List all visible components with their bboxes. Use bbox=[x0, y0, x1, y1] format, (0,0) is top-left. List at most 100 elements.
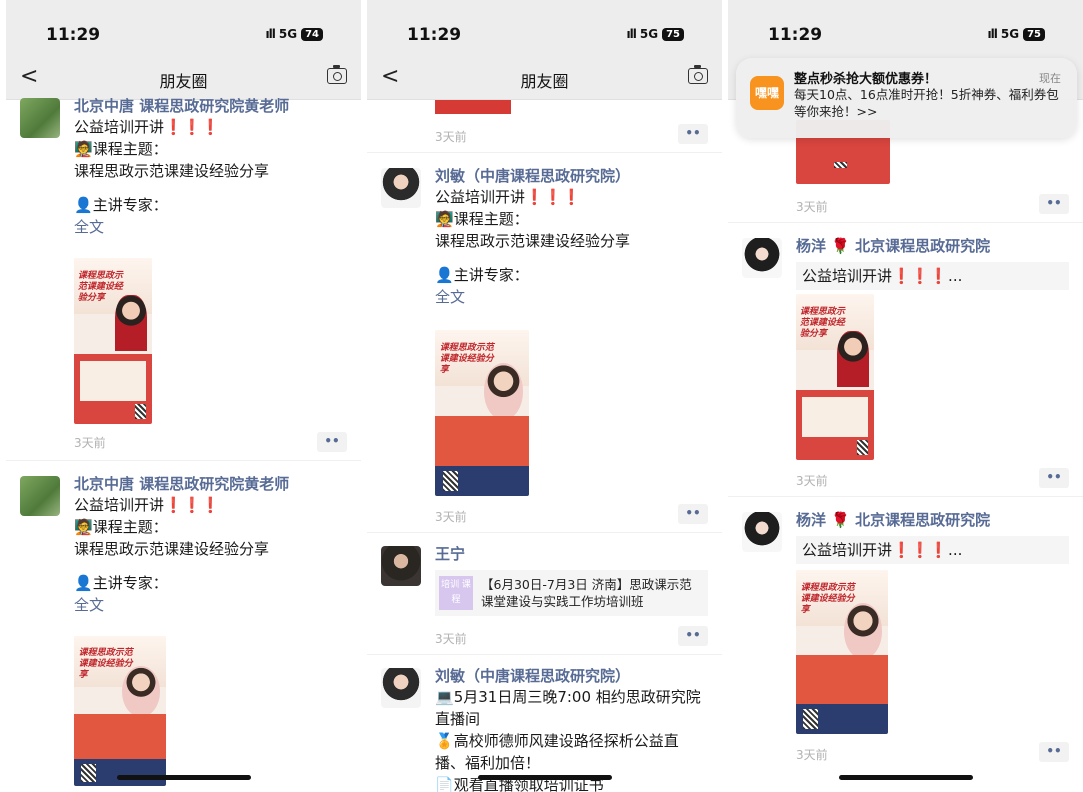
poster-name[interactable]: 王宁 bbox=[435, 544, 712, 564]
teacher-icon: 🧑‍🏫 bbox=[74, 518, 93, 536]
avatar[interactable] bbox=[742, 238, 782, 278]
more-actions-button[interactable]: •• bbox=[678, 626, 708, 646]
page-title: 朋友圈 bbox=[159, 72, 208, 91]
signal-bars-icon: ıll bbox=[987, 27, 998, 41]
status-time: 11:29 bbox=[768, 25, 823, 45]
notification-text: 每天10点、16点准时开抢！5折神券、福利券包等你来抢！>> bbox=[794, 87, 1059, 119]
post-text: 👤主讲专家： bbox=[435, 266, 529, 284]
person-icon: 👤 bbox=[435, 266, 454, 284]
push-notification[interactable]: 嘿嘿 整点秒杀抢大额优惠券！ 现在 每天10点、16点准时开抢！5折神券、福利券… bbox=[736, 58, 1077, 138]
person-icon: 👤 bbox=[74, 574, 93, 592]
post-text: 👤主讲专家： bbox=[74, 574, 168, 592]
qr-code-icon bbox=[856, 440, 868, 456]
status-bar: 11:29 ıll 5G 75 bbox=[728, 0, 1083, 56]
post-text: 课程思政示范课建设经验分享 bbox=[74, 540, 270, 558]
post-time: 3天前 bbox=[435, 632, 467, 646]
post-text: 课程思政示范课建设经验分享 bbox=[435, 232, 631, 250]
post-time: 3天前 bbox=[796, 748, 828, 762]
notification-title: 整点秒杀抢大额优惠券！ bbox=[794, 72, 938, 87]
poster-image[interactable]: 课程思政示范课建设经验分享 bbox=[796, 570, 888, 734]
full-text-link[interactable]: 全文 bbox=[74, 594, 351, 616]
status-bar: 11:29 ıll 5G 75 bbox=[367, 0, 722, 56]
post-text: 公益培训开讲❗❗❗ bbox=[74, 118, 221, 136]
more-actions-button[interactable]: •• bbox=[1039, 742, 1069, 762]
qr-code-icon bbox=[134, 404, 146, 420]
avatar[interactable] bbox=[381, 546, 421, 586]
poster-image[interactable]: 课程思政示范课建设经验分享 bbox=[74, 636, 166, 786]
avatar[interactable] bbox=[381, 668, 421, 708]
avatar[interactable] bbox=[381, 168, 421, 208]
post-text: 💻5月31日周三晚7:00 相约思政研究院直播间 bbox=[435, 688, 701, 728]
nav-bar: < 朋友圈 bbox=[367, 56, 722, 100]
teacher-icon: 🧑‍🏫 bbox=[74, 140, 93, 158]
qr-code-icon bbox=[442, 471, 458, 492]
signal-indicator: ıll 5G 75 bbox=[627, 27, 684, 41]
poster-name[interactable]: 北京中唐 课程思政研究院黄老师 bbox=[74, 474, 351, 494]
post-text: 🏅高校师德师风建设路径探析公益直播、福利加倍！ bbox=[435, 732, 679, 772]
document-icon: 📄 bbox=[435, 776, 454, 792]
app-icon: 嘿嘿 bbox=[750, 76, 784, 110]
phone-screen-3: 11:29 ıll 5G 75 3天前 •• 嘿嘿 整点秒杀抢大额优惠券！ 现在 每… bbox=[728, 0, 1083, 792]
status-time: 11:29 bbox=[407, 25, 462, 45]
post-text: 🧑‍🏫课程主题： bbox=[435, 210, 529, 228]
camera-icon[interactable] bbox=[327, 65, 347, 84]
signal-indicator: ıll 5G 75 bbox=[988, 27, 1045, 41]
phone-screen-2: 3天前 •• 11:29 ıll 5G 75 < 朋友圈 刘敏（中唐课程思政研究院）… bbox=[367, 0, 722, 792]
more-actions-button[interactable]: •• bbox=[678, 124, 708, 144]
more-actions-button[interactable]: •• bbox=[1039, 194, 1069, 214]
collapsed-text[interactable]: 公益培训开讲❗❗❗... bbox=[796, 262, 1069, 290]
more-actions-button[interactable]: •• bbox=[678, 504, 708, 524]
camera-icon[interactable] bbox=[688, 65, 708, 84]
post-text: 🧑‍🏫课程主题： bbox=[74, 518, 168, 536]
post-time: 3天前 bbox=[796, 474, 828, 488]
battery-icon: 75 bbox=[662, 27, 684, 41]
person-icon: 👤 bbox=[74, 196, 93, 214]
full-text-link[interactable]: 全文 bbox=[74, 216, 351, 238]
poster-name[interactable]: 刘敏（中唐课程思政研究院） bbox=[435, 166, 712, 186]
post-time: 3天前 bbox=[74, 436, 106, 450]
signal-bars-icon: ıll bbox=[265, 27, 276, 41]
rose-icon: 🌹 bbox=[831, 237, 850, 255]
course-icon: 培训 课程 bbox=[439, 576, 473, 610]
qr-code-icon bbox=[833, 162, 847, 168]
medal-icon: 🏅 bbox=[435, 732, 454, 750]
post-text: 课程思政示范课建设经验分享 bbox=[74, 162, 270, 180]
post-time: 3天前 bbox=[796, 200, 828, 214]
avatar[interactable] bbox=[20, 476, 60, 516]
post-time: 3天前 bbox=[435, 510, 467, 524]
avatar[interactable] bbox=[742, 512, 782, 552]
post-text: 公益培训开讲❗❗❗ bbox=[435, 188, 582, 206]
battery-icon: 74 bbox=[301, 27, 323, 41]
signal-indicator: ıll 5G 74 bbox=[266, 27, 323, 41]
post-text: 👤主讲专家： bbox=[74, 196, 168, 214]
link-card[interactable]: 培训 课程 【6月30日-7月3日 济南】思政课示范课堂建设与实践工作坊培训班 bbox=[435, 570, 708, 616]
poster-name[interactable]: 杨洋 🌹 北京课程思政研究院 bbox=[796, 236, 1069, 256]
poster-name[interactable]: 刘敏（中唐课程思政研究院） bbox=[435, 666, 708, 686]
notification-time: 现在 bbox=[1039, 72, 1061, 85]
post-text: 公益培训开讲❗❗❗ bbox=[74, 496, 221, 514]
poster-name[interactable]: 杨洋 🌹 北京课程思政研究院 bbox=[796, 510, 1069, 530]
phone-screen-1: 11:29 ıll 5G 74 < 朋友圈 北京中唐 课程思政研究院黄老师 公益培训… bbox=[6, 0, 361, 792]
collapsed-text[interactable]: 公益培训开讲❗❗❗... bbox=[796, 536, 1069, 564]
full-text-link[interactable]: 全文 bbox=[435, 286, 712, 308]
more-actions-button[interactable]: •• bbox=[317, 432, 347, 452]
laptop-icon: 💻 bbox=[435, 688, 454, 706]
battery-icon: 75 bbox=[1023, 27, 1045, 41]
page-title: 朋友圈 bbox=[520, 72, 569, 91]
poster-image[interactable]: 课程思政示范课建设经验分享 bbox=[435, 330, 529, 496]
rose-icon: 🌹 bbox=[831, 511, 850, 529]
poster-image[interactable]: 课程思政示范课建设经验分享 bbox=[796, 294, 874, 460]
poster-image[interactable]: 课程思政示范课建设经验分享 bbox=[74, 258, 152, 424]
home-indicator[interactable] bbox=[838, 775, 973, 780]
post-text: 🧑‍🏫课程主题： bbox=[74, 140, 168, 158]
home-indicator[interactable] bbox=[116, 775, 251, 780]
nav-bar: < 朋友圈 bbox=[6, 56, 361, 100]
poster-name[interactable]: 北京中唐 课程思政研究院黄老师 bbox=[74, 96, 351, 116]
more-actions-button[interactable]: •• bbox=[1039, 468, 1069, 488]
status-bar: 11:29 ıll 5G 74 bbox=[6, 0, 361, 56]
status-time: 11:29 bbox=[46, 25, 101, 45]
home-indicator[interactable] bbox=[477, 775, 612, 780]
qr-code-icon bbox=[803, 709, 819, 730]
avatar[interactable] bbox=[20, 98, 60, 138]
link-card-title: 【6月30日-7月3日 济南】思政课示范课堂建设与实践工作坊培训班 bbox=[481, 577, 692, 609]
